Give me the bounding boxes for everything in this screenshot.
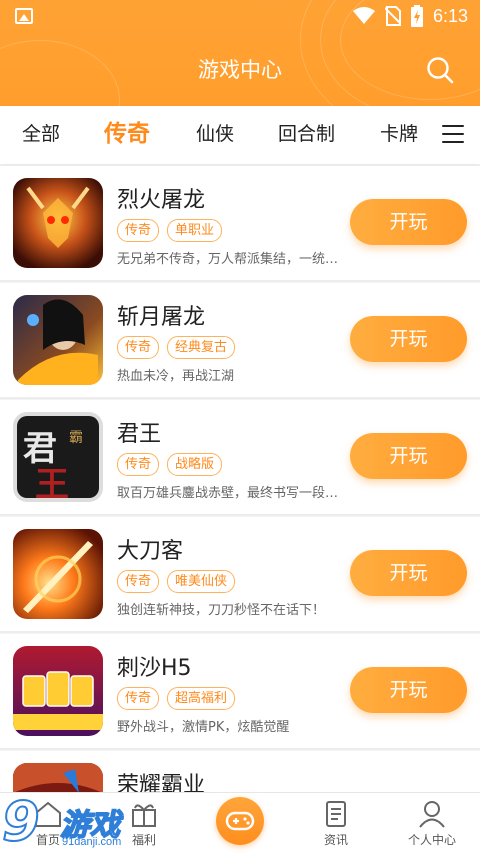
game-description: 热血未冷，再战江湖 xyxy=(117,369,235,384)
game-description: 野外战斗，激情PK，炫酷觉醒 xyxy=(117,720,290,735)
game-name: 烈火屠龙 xyxy=(117,188,206,213)
nav-news[interactable]: 资讯 xyxy=(288,793,384,853)
tag-list: 传奇 超高福利 xyxy=(117,687,236,710)
tab-all[interactable]: 全部 xyxy=(22,106,60,164)
site-watermark: 9 游戏 91danji.com xyxy=(0,789,160,853)
game-center-button[interactable] xyxy=(216,797,264,845)
game-name: 刺沙H5 xyxy=(117,656,192,681)
play-button[interactable]: 开玩 xyxy=(350,550,467,596)
tag-list: 传奇 经典复古 xyxy=(117,336,236,359)
tag: 超高福利 xyxy=(167,687,236,710)
list-item[interactable]: 大刀客 传奇 唯美仙侠 独创连斩神技，刀刀秒怪不在话下！ 开玩 xyxy=(0,517,480,633)
user-icon xyxy=(419,801,445,828)
image-notification-icon xyxy=(15,8,33,24)
play-button[interactable]: 开玩 xyxy=(350,199,467,245)
tag-list: 传奇 战略版 xyxy=(117,453,223,476)
tag: 经典复古 xyxy=(167,336,236,359)
menu-icon[interactable] xyxy=(442,125,464,145)
no-sim-icon xyxy=(384,6,401,26)
svg-text:王: 王 xyxy=(35,465,69,502)
header-bar: 6:13 游戏中心 xyxy=(0,0,480,106)
tab-xianxia[interactable]: 仙侠 xyxy=(196,106,234,164)
nav-label: 个人中心 xyxy=(407,833,456,847)
status-bar: 6:13 xyxy=(0,0,480,34)
tag-list: 传奇 单职业 xyxy=(117,219,223,242)
page-title: 游戏中心 xyxy=(198,58,282,82)
tag-list: 传奇 唯美仙侠 xyxy=(117,570,236,593)
tab-card[interactable]: 卡牌 xyxy=(380,106,418,164)
warrior-icon xyxy=(13,295,103,385)
tag: 传奇 xyxy=(117,336,160,359)
game-description: 独创连斩神技，刀刀秒怪不在话下！ xyxy=(117,603,326,618)
game-name: 斩月屠龙 xyxy=(117,305,206,330)
game-description: 无兄弟不传奇，万人帮派集结，一统… xyxy=(117,252,339,267)
watermark-url: 91danji.com xyxy=(62,836,122,848)
tag: 唯美仙侠 xyxy=(167,570,236,593)
clock: 6:13 xyxy=(432,5,468,26)
tag: 战略版 xyxy=(167,453,223,476)
tag: 单职业 xyxy=(167,219,223,242)
list-item[interactable]: 烈火屠龙 传奇 单职业 无兄弟不传奇，万人帮派集结，一统… 开玩 xyxy=(0,166,480,282)
king-icon: 君 王 霸 xyxy=(13,412,103,502)
game-name: 大刀客 xyxy=(117,539,184,564)
tag: 传奇 xyxy=(117,453,160,476)
list-item[interactable]: 斩月屠龙 传奇 经典复古 热血未冷，再战江湖 开玩 xyxy=(0,283,480,399)
svg-text:霸: 霸 xyxy=(69,430,83,446)
nav-profile[interactable]: 个人中心 xyxy=(384,793,480,853)
list-item[interactable]: 刺沙H5 传奇 超高福利 野外战斗，激情PK，炫酷觉醒 开玩 xyxy=(0,634,480,750)
game-description: 取百万雄兵鏖战赤壁，最终书写一段… xyxy=(117,486,339,501)
play-button[interactable]: 开玩 xyxy=(350,316,467,362)
nav-label: 资讯 xyxy=(323,833,348,847)
tag: 传奇 xyxy=(117,219,160,242)
watermark-logo: 9 xyxy=(1,789,41,853)
svg-text:君: 君 xyxy=(23,429,57,469)
news-icon xyxy=(326,801,346,827)
tab-turn-based[interactable]: 回合制 xyxy=(278,106,335,164)
play-button[interactable]: 开玩 xyxy=(350,667,467,713)
list-item[interactable]: 君 王 霸 君王 传奇 战略版 取百万雄兵鏖战赤壁，最终书写一段… 开玩 xyxy=(0,400,480,516)
play-button[interactable]: 开玩 xyxy=(350,433,467,479)
wifi-icon xyxy=(352,7,375,24)
tag: 传奇 xyxy=(117,570,160,593)
search-icon[interactable] xyxy=(426,56,454,84)
tag: 传奇 xyxy=(117,687,160,710)
battery-icon xyxy=(410,5,423,27)
game-name: 君王 xyxy=(117,422,162,447)
category-tabs: 全部 传奇 仙侠 回合制 卡牌 xyxy=(0,106,480,164)
sword-icon xyxy=(13,529,103,619)
tab-legend[interactable]: 传奇 xyxy=(104,106,150,164)
dragon-icon xyxy=(13,178,103,268)
card-icon xyxy=(13,646,103,736)
gamepad-icon xyxy=(225,811,255,831)
